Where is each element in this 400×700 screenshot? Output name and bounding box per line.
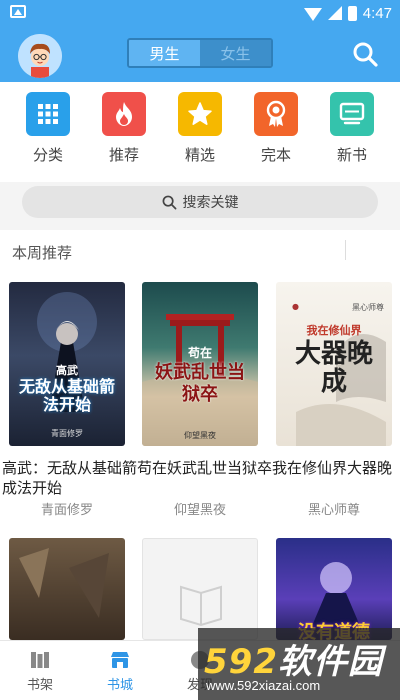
category-label: 完本 bbox=[260, 146, 291, 164]
category-label: 精选 bbox=[184, 146, 215, 164]
category-label: 分类 bbox=[32, 146, 63, 164]
avatar[interactable] bbox=[18, 34, 62, 78]
book-cover[interactable]: 没有道德 bbox=[276, 538, 392, 640]
app-header: 男生 女生 bbox=[0, 26, 400, 82]
book-cover-placeholder[interactable] bbox=[142, 538, 258, 640]
tab-male[interactable]: 男生 bbox=[129, 40, 200, 66]
category-label: 新书 bbox=[336, 146, 367, 164]
book-cover[interactable] bbox=[9, 538, 125, 640]
cover-title: 妖武乱世当狱卒 bbox=[155, 362, 245, 405]
book-author: 仰望黑夜 bbox=[173, 503, 226, 518]
search-icon bbox=[353, 42, 378, 67]
category-featured[interactable]: 精选 bbox=[170, 82, 230, 182]
divider bbox=[345, 240, 346, 260]
category-nav: 分类 推荐 精选 完本 新书 bbox=[0, 82, 400, 182]
signal-icon bbox=[327, 6, 342, 20]
book-cover[interactable]: 高武 无敌从基础箭法开始 青面修罗 bbox=[9, 282, 125, 446]
category-completed[interactable]: 完本 bbox=[246, 82, 306, 182]
book-cover[interactable]: ● 我在修仙界 大器晚成 黑心师尊 bbox=[276, 282, 392, 446]
cover-author: 青面修罗 bbox=[51, 429, 83, 438]
cover-top-text: 高武 bbox=[56, 364, 78, 377]
cover-author: 黑心师尊 bbox=[352, 303, 384, 312]
status-bar: 4:47 bbox=[0, 0, 400, 26]
cover-top-text: 我在修仙界 bbox=[306, 324, 362, 337]
book-author: 黑心师尊 bbox=[307, 503, 360, 518]
watermark-logo: 592软件园 bbox=[204, 634, 383, 683]
watermark-number: 592 bbox=[204, 642, 278, 682]
tab-bookshelf[interactable]: 书架 bbox=[0, 641, 80, 700]
category-new[interactable]: 新书 bbox=[322, 82, 382, 182]
award-icon bbox=[254, 92, 298, 136]
tab-bookstore[interactable]: 书城 bbox=[80, 641, 160, 700]
watermark-url: www.592xiazai.com bbox=[206, 678, 321, 693]
tab-label: 书架 bbox=[26, 678, 53, 693]
avatar-boy-icon bbox=[18, 34, 62, 78]
gender-switch: 男生 女生 bbox=[127, 38, 273, 68]
category-recommend[interactable]: 推荐 bbox=[94, 82, 154, 182]
search-bar[interactable]: 搜索关键 bbox=[22, 186, 378, 218]
flame-icon bbox=[102, 92, 146, 136]
cover-author: 仰望黑夜 bbox=[184, 431, 216, 440]
battery-icon bbox=[347, 5, 357, 21]
watermark-text: 软件园 bbox=[277, 642, 383, 682]
store-icon bbox=[111, 652, 129, 668]
search-icon bbox=[162, 195, 176, 209]
tab-label: 书城 bbox=[106, 678, 133, 693]
section-title: 本周推荐 bbox=[12, 244, 73, 262]
cover-title: 大器晚成 bbox=[294, 339, 373, 397]
weekly-recommend-section: 本周推荐 高武 无敌从基础箭法开始 青面修罗 苟在 妖武乱世当狱卒 仰望黑夜 ●… bbox=[0, 230, 400, 640]
cover-art bbox=[19, 548, 109, 618]
cover-title: 无敌从基础箭法开始 bbox=[18, 377, 115, 414]
watermark: 592软件园 www.592xiazai.com bbox=[198, 628, 400, 700]
star-icon bbox=[178, 92, 222, 136]
book-author: 青面修罗 bbox=[40, 503, 93, 518]
status-icons: 4:47 bbox=[303, 3, 392, 23]
cover-top-text: 苟在 bbox=[187, 346, 212, 360]
book-cover[interactable]: 苟在 妖武乱世当狱卒 仰望黑夜 bbox=[142, 282, 258, 446]
wifi-icon bbox=[303, 7, 322, 21]
category-label: 推荐 bbox=[108, 146, 139, 164]
tab-female[interactable]: 女生 bbox=[200, 40, 271, 66]
clock: 4:47 bbox=[362, 4, 392, 22]
search-placeholder: 搜索关键 bbox=[182, 195, 239, 211]
grid-icon bbox=[26, 92, 70, 136]
image-notification-icon bbox=[10, 5, 26, 18]
monitor-icon bbox=[330, 92, 374, 136]
bookshelf-icon bbox=[31, 652, 49, 668]
search-button[interactable] bbox=[351, 40, 379, 68]
category-classify[interactable]: 分类 bbox=[18, 82, 78, 182]
book-placeholder-icon bbox=[180, 585, 222, 627]
book-caption[interactable]: 高武：无敌从基础箭苟在妖武乱世当狱卒我在修仙界大器晚成法开始 bbox=[2, 458, 398, 498]
